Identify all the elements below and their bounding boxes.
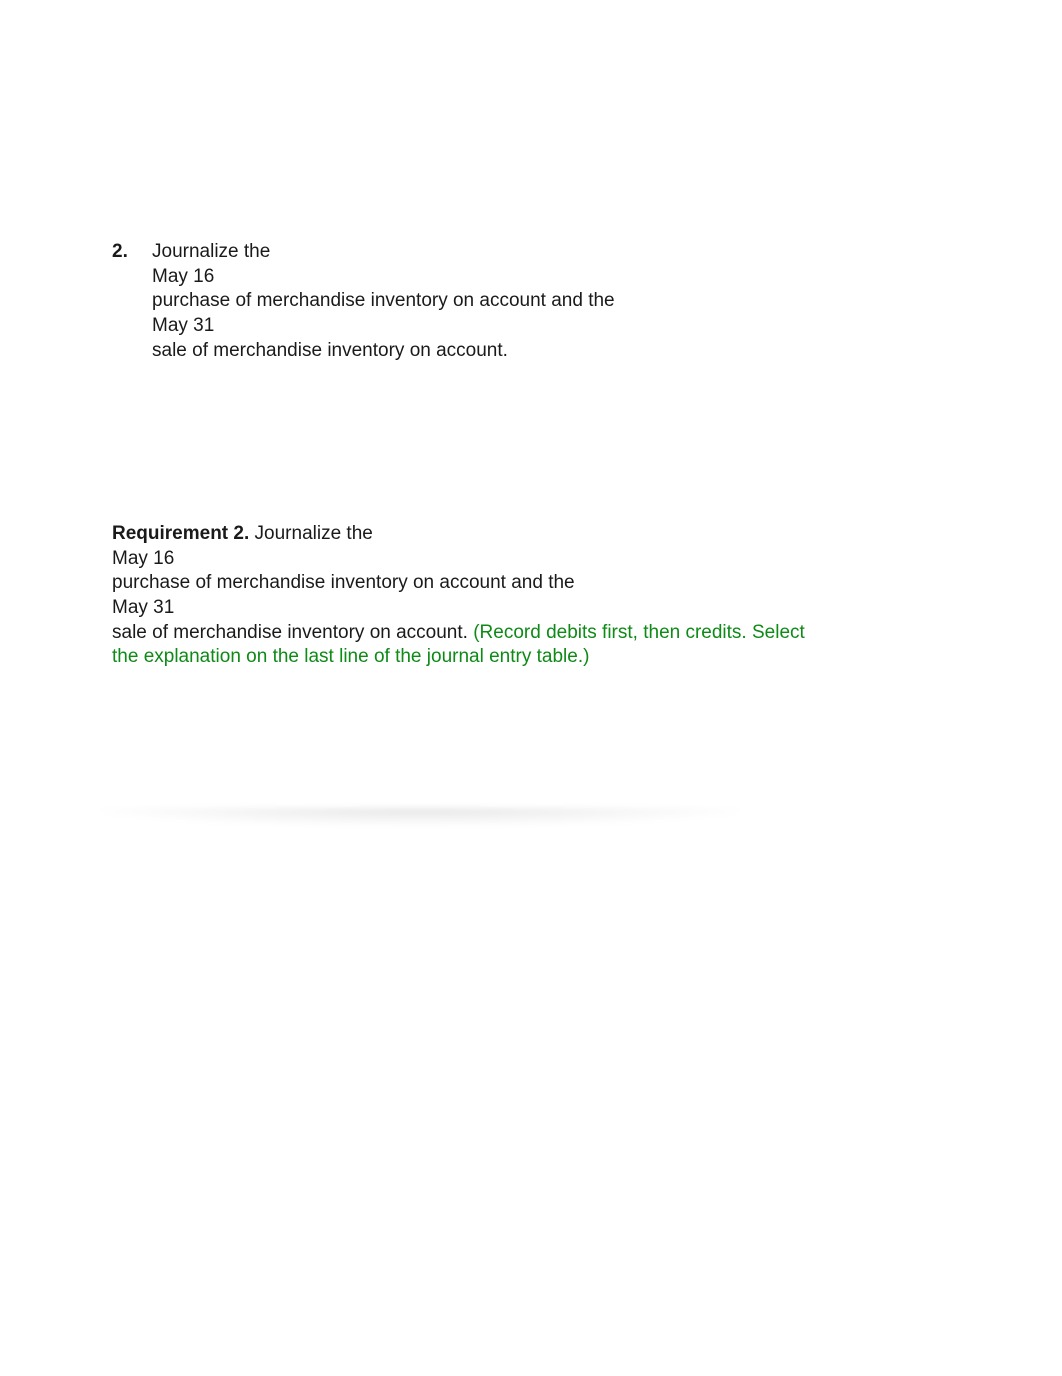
shadow-divider [100, 808, 740, 826]
page: 2. Journalize the May 16 purchase of mer… [0, 0, 1062, 1376]
requirement-block: Requirement 2. Journalize the May 16 pur… [112, 522, 812, 670]
text-fragment: sale of merchandise inventory on account… [112, 622, 473, 643]
text-fragment: Journalize the [249, 523, 373, 544]
text-line: May 16 [152, 265, 832, 290]
text-line: Journalize the [152, 240, 832, 265]
text-line: May 31 [112, 596, 812, 621]
text-line: May 16 [112, 547, 812, 572]
text-line: May 31 [152, 314, 832, 339]
text-line: purchase of merchandise inventory on acc… [152, 289, 832, 314]
requirement-label: Requirement 2. [112, 523, 249, 544]
requirement-line-1: Requirement 2. Journalize the [112, 522, 812, 547]
numbered-item: 2. Journalize the May 16 purchase of mer… [112, 240, 832, 363]
item-body: Journalize the May 16 purchase of mercha… [152, 240, 832, 363]
text-line: purchase of merchandise inventory on acc… [112, 571, 812, 596]
item-number: 2. [112, 240, 152, 265]
requirement-line-5: sale of merchandise inventory on account… [112, 621, 812, 670]
question-block: 2. Journalize the May 16 purchase of mer… [112, 240, 832, 363]
text-line: sale of merchandise inventory on account… [152, 339, 832, 364]
